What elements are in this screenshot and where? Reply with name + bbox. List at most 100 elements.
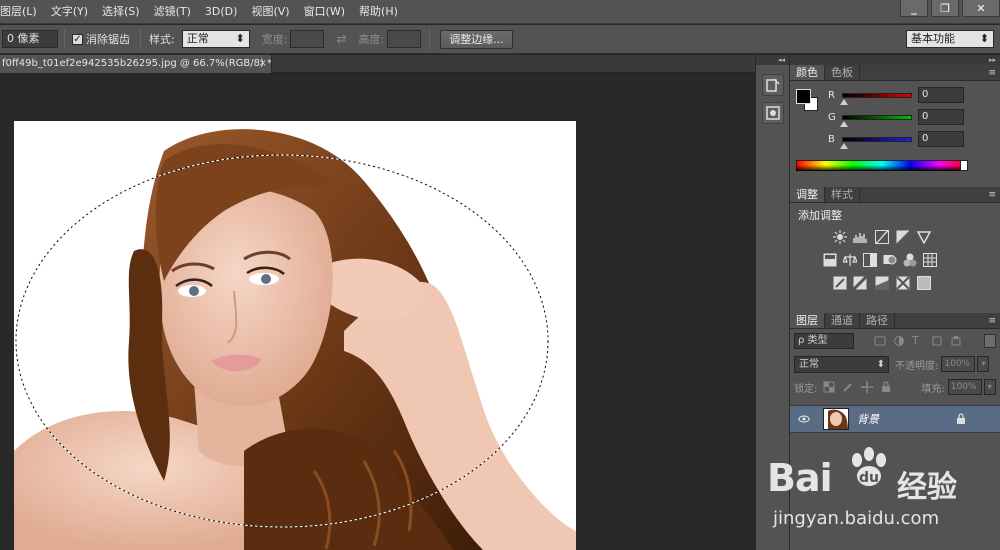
canvas-area[interactable]: [0, 74, 755, 550]
antialias-checkbox[interactable]: ✓: [72, 33, 83, 45]
adjustment-filter-icon[interactable]: [893, 335, 905, 347]
lock-all-icon[interactable]: [880, 381, 892, 393]
antialias-label: 消除锯齿: [86, 33, 130, 46]
panel-menu-icon[interactable]: ≡: [988, 313, 996, 329]
document-image[interactable]: [14, 121, 576, 550]
document-title: f0ff49b_t01ef2e942535b26295.jpg @ 66.7%(…: [2, 58, 272, 69]
black-white-icon[interactable]: [863, 253, 877, 267]
refine-edge-button[interactable]: 调整边缘...: [440, 29, 513, 49]
color-lookup-icon[interactable]: [923, 253, 937, 267]
restore-button[interactable]: ❐: [931, 0, 959, 17]
tab-layers[interactable]: 图层: [790, 313, 825, 328]
lock-transparent-icon[interactable]: [823, 381, 835, 393]
divider: [429, 29, 431, 49]
height-input[interactable]: [387, 30, 422, 48]
image-filter-icon[interactable]: [874, 335, 886, 347]
style-value: 正常: [186, 32, 209, 45]
right-panels: ▸▸ 颜色 色板 ≡ R 0 G 0 B 0 调整 样式 ≡ 添加调整 图层 通…: [790, 55, 1000, 550]
lock-label: 锁定:: [794, 383, 818, 395]
lock-pixels-icon[interactable]: [842, 381, 854, 393]
divider: [64, 29, 65, 49]
width-input[interactable]: [290, 30, 325, 48]
hue-saturation-icon[interactable]: [823, 253, 837, 267]
tab-paths[interactable]: 路径: [860, 313, 895, 328]
green-slider[interactable]: [840, 114, 912, 127]
photoshop-window: 图层(L) 文字(Y) 选择(S) 滤镜(T) 3D(D) 视图(V) 窗口(W…: [0, 0, 1000, 550]
blue-slider[interactable]: [840, 136, 912, 149]
style-select[interactable]: 正常 ⬍: [181, 30, 250, 48]
panel-menu-icon[interactable]: ≡: [988, 65, 996, 81]
filter-toggle[interactable]: [984, 334, 996, 348]
layer-thumbnail: [823, 408, 849, 430]
lock-position-icon[interactable]: [861, 381, 874, 393]
threshold-icon[interactable]: [875, 276, 889, 290]
tab-styles[interactable]: 样式: [825, 187, 860, 202]
smart-object-filter-icon[interactable]: [950, 335, 962, 347]
tab-channels[interactable]: 通道: [825, 313, 860, 328]
menu-3d[interactable]: 3D(D): [198, 0, 245, 24]
levels-icon[interactable]: [853, 230, 867, 244]
channel-mixer-icon[interactable]: [903, 253, 917, 267]
foreground-color-swatch[interactable]: [796, 89, 811, 104]
white-swatch[interactable]: [960, 160, 968, 171]
menu-select[interactable]: 选择(S): [95, 0, 147, 24]
photo-filter-icon[interactable]: [883, 253, 897, 267]
collapse-icon[interactable]: ◂◂: [756, 55, 789, 65]
selective-color-icon[interactable]: [896, 276, 910, 290]
vibrance-icon[interactable]: [917, 230, 931, 244]
layer-options-row: 正常 ⬍ 不透明度: 100% ▾: [794, 355, 996, 373]
red-slider[interactable]: [840, 92, 912, 105]
invert-icon[interactable]: [833, 276, 847, 290]
eye-icon[interactable]: [798, 413, 810, 425]
color-balance-icon[interactable]: [843, 253, 857, 267]
green-value[interactable]: 0: [918, 109, 964, 125]
exposure-icon[interactable]: [896, 230, 910, 244]
opacity-input[interactable]: 100%: [941, 356, 976, 372]
curves-icon[interactable]: [875, 230, 889, 244]
style-label: 样式:: [149, 33, 175, 46]
chevron-down-icon[interactable]: ▾: [983, 379, 996, 395]
panel-menu-icon[interactable]: ≡: [988, 187, 996, 203]
document-tab[interactable]: f0ff49b_t01ef2e942535b26295.jpg @ 66.7%(…: [0, 55, 272, 73]
chevron-down-icon[interactable]: ▾: [977, 356, 990, 372]
tab-color[interactable]: 颜色: [790, 65, 825, 80]
type-filter-icon[interactable]: T: [912, 335, 924, 347]
posterize-icon[interactable]: [853, 276, 867, 290]
menu-window[interactable]: 窗口(W): [297, 0, 352, 24]
tab-swatches[interactable]: 色板: [825, 65, 860, 80]
layer-filter-select[interactable]: ρ 类型: [794, 333, 854, 349]
menu-view[interactable]: 视图(V): [244, 0, 296, 24]
divider: [140, 29, 141, 49]
minimize-button[interactable]: _: [900, 0, 928, 17]
menu-filter[interactable]: 滤镜(T): [147, 0, 198, 24]
history-icon[interactable]: [761, 74, 784, 96]
feather-input[interactable]: 0 像素: [2, 30, 58, 48]
swap-icon[interactable]: ⇄: [336, 32, 346, 46]
slider-thumb[interactable]: [840, 98, 848, 105]
shape-filter-icon[interactable]: [931, 335, 943, 347]
blue-value[interactable]: 0: [918, 131, 964, 147]
menu-type[interactable]: 文字(Y): [44, 0, 95, 24]
workspace-select[interactable]: 基本功能 ⬍: [906, 30, 994, 48]
collapse-icon[interactable]: ▸▸: [790, 55, 1000, 65]
menu-help[interactable]: 帮助(H): [352, 0, 405, 24]
workspace-value: 基本功能: [911, 32, 955, 45]
red-slider-row: R 0: [828, 87, 964, 105]
portrait-photo: [14, 129, 576, 550]
tab-adjustments[interactable]: 调整: [790, 187, 825, 202]
adjustments-panel: 添加调整: [790, 203, 1000, 313]
layer-name[interactable]: 背景: [857, 411, 879, 427]
menu-layer[interactable]: 图层(L): [0, 0, 44, 24]
gradient-map-icon[interactable]: [917, 276, 931, 290]
properties-icon[interactable]: [761, 102, 784, 124]
spectrum-shade: [796, 165, 968, 171]
slider-thumb[interactable]: [840, 120, 848, 127]
close-icon[interactable]: ×: [259, 55, 267, 73]
brightness-icon[interactable]: [833, 230, 847, 244]
red-value[interactable]: 0: [918, 87, 964, 103]
blend-mode-select[interactable]: 正常 ⬍: [794, 355, 889, 373]
fill-input[interactable]: 100%: [947, 379, 982, 395]
slider-thumb[interactable]: [840, 142, 848, 149]
close-button[interactable]: ✕: [962, 0, 1000, 17]
layer-row-background[interactable]: 背景: [790, 405, 1000, 433]
